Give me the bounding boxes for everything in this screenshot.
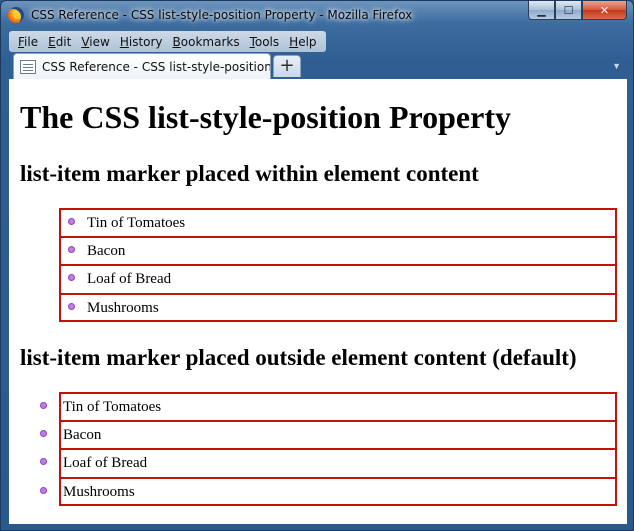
page-title: The CSS list-style-position Property <box>20 99 511 135</box>
bullet-marker-icon <box>68 245 75 253</box>
menu-history[interactable]: History <box>115 35 168 49</box>
menu-edit[interactable]: Edit <box>43 35 76 49</box>
tab-strip: CSS Reference - CSS list-style-position … <box>9 53 627 79</box>
title-bar[interactable]: CSS Reference - CSS list-style-position … <box>1 1 633 31</box>
list-item: Mushrooms <box>59 293 617 322</box>
page-icon <box>20 59 36 74</box>
outside-section-heading: list-item marker placed outside element … <box>20 345 577 370</box>
menu-view[interactable]: View <box>76 35 114 49</box>
bullet-marker-icon <box>68 218 75 225</box>
bullet-marker-icon <box>40 458 47 465</box>
menu-bookmarks[interactable]: Bookmarks <box>168 35 245 49</box>
inside-section-heading: list-item marker placed within element c… <box>20 161 479 186</box>
menu-tools[interactable]: Tools <box>245 35 285 49</box>
inside-marker-list: Tin of Tomatoes Bacon Loaf of Bread Mush… <box>59 208 617 322</box>
bullet-marker-icon <box>68 274 75 281</box>
bullet-marker-icon <box>40 486 47 494</box>
outside-marker-list: Tin of Tomatoes Bacon Loaf of Bread Mush… <box>40 392 617 506</box>
bullet-marker-icon <box>68 302 75 310</box>
window-controls: ▁ ☐ ✕ <box>528 1 627 21</box>
browser-window: CSS Reference - CSS list-style-position … <box>0 0 634 531</box>
menu-file[interactable]: File <box>13 35 43 49</box>
new-tab-button[interactable]: + <box>273 55 301 77</box>
tab-label: CSS Reference - CSS list-style-position … <box>42 59 270 74</box>
page-content: The CSS list-style-position Property lis… <box>9 79 627 524</box>
close-button[interactable]: ✕ <box>582 1 627 20</box>
list-item: Tin of Tomatoes <box>59 208 617 237</box>
list-item: Tin of Tomatoes <box>40 392 617 421</box>
minimize-button[interactable]: ▁ <box>528 1 555 20</box>
bullet-marker-icon <box>40 402 47 409</box>
list-item: Bacon <box>59 236 617 265</box>
list-all-tabs-icon[interactable]: ▼ <box>612 61 621 71</box>
tab-active[interactable]: CSS Reference - CSS list-style-position … <box>13 53 271 79</box>
bullet-marker-icon <box>40 429 47 437</box>
list-item: Bacon <box>40 420 617 449</box>
firefox-logo-icon <box>8 7 24 23</box>
list-item: Mushrooms <box>40 477 617 506</box>
list-item: Loaf of Bread <box>59 265 617 294</box>
list-item: Loaf of Bread <box>40 449 617 478</box>
maximize-button[interactable]: ☐ <box>555 1 582 20</box>
menu-bar: File Edit View History Bookmarks Tools H… <box>9 31 326 52</box>
window-title: CSS Reference - CSS list-style-position … <box>31 8 413 22</box>
menu-help[interactable]: Help <box>284 35 321 49</box>
